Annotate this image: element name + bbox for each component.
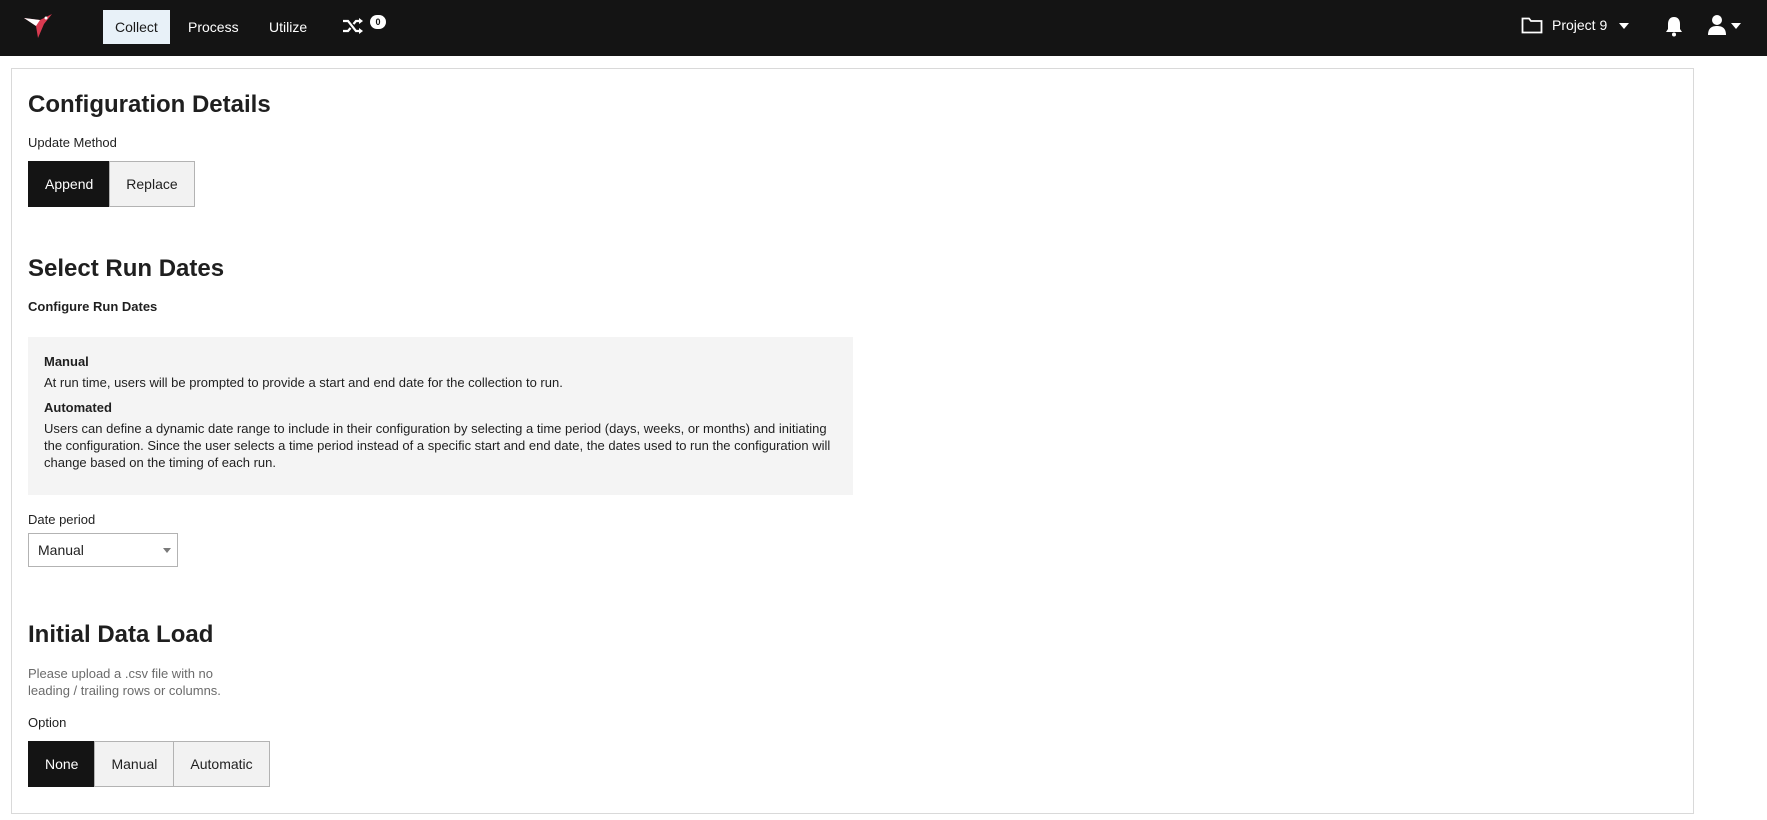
user-icon[interactable] xyxy=(1707,14,1727,36)
config-details-title: Configuration Details xyxy=(28,91,271,118)
date-period-value: Manual xyxy=(38,542,84,558)
bell-icon[interactable] xyxy=(1664,15,1684,37)
option-automatic-button[interactable]: Automatic xyxy=(173,741,270,787)
automated-info-title: Automated xyxy=(44,400,112,415)
option-manual-button[interactable]: Manual xyxy=(94,741,175,787)
upload-help-text: Please upload a .csv file with no leadin… xyxy=(28,666,221,698)
shuffle-count-badge: 0 xyxy=(370,15,386,29)
folder-icon xyxy=(1521,17,1543,34)
run-dates-title: Select Run Dates xyxy=(28,255,225,282)
nav-utilize[interactable]: Utilize xyxy=(257,10,319,44)
configure-run-dates-label: Configure Run Dates xyxy=(28,299,158,314)
manual-info-text: At run time, users will be prompted to p… xyxy=(44,375,563,390)
nav-collect[interactable]: Collect xyxy=(103,10,170,44)
run-dates-info-box: Manual At run time, users will be prompt… xyxy=(28,337,853,495)
update-method-toggle: Append Replace xyxy=(28,161,195,207)
shuffle-icon[interactable] xyxy=(342,16,364,36)
top-nav-bar: Collect Process Utilize 0 Project 9 xyxy=(0,0,1767,56)
logo-icon[interactable] xyxy=(22,12,56,40)
chevron-down-icon xyxy=(163,548,171,553)
option-none-button[interactable]: None xyxy=(28,741,96,787)
user-menu-chevron-icon[interactable] xyxy=(1731,23,1741,29)
chevron-down-icon xyxy=(1619,23,1629,29)
append-button[interactable]: Append xyxy=(28,161,111,207)
initial-data-load-title: Initial Data Load xyxy=(28,621,214,648)
option-label: Option xyxy=(28,715,67,730)
date-period-label: Date period xyxy=(28,512,96,527)
nav-process[interactable]: Process xyxy=(176,10,251,44)
automated-info-text: Users can define a dynamic date range to… xyxy=(44,421,831,470)
initial-load-option-toggle: None Manual Automatic xyxy=(28,741,270,787)
manual-info-title: Manual xyxy=(44,354,89,369)
replace-button[interactable]: Replace xyxy=(109,161,195,207)
update-method-label: Update Method xyxy=(28,135,117,150)
configuration-card: Configuration Details Update Method Appe… xyxy=(11,68,1694,814)
date-period-select[interactable]: Manual xyxy=(28,533,178,567)
project-label: Project 9 xyxy=(1552,17,1608,33)
